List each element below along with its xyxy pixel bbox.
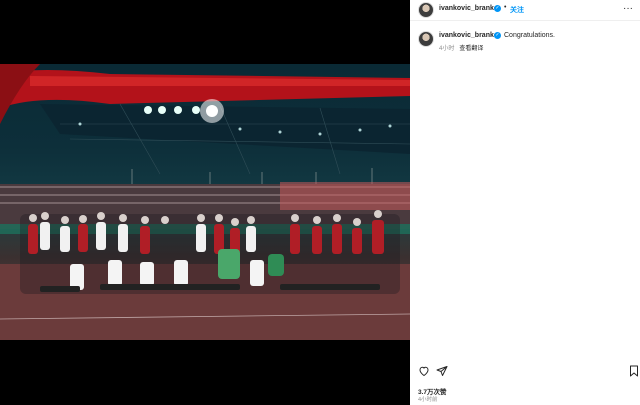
- comment-avatar[interactable]: [418, 31, 434, 47]
- caption-text: Congratulations.: [504, 32, 555, 39]
- comment-verified-badge-icon: ✓: [494, 32, 501, 39]
- post-photo[interactable]: [0, 64, 410, 340]
- heart-icon[interactable]: [418, 364, 430, 382]
- post-actions: [410, 364, 640, 378]
- avatar[interactable]: [418, 2, 434, 18]
- separator-dot: •: [504, 4, 507, 11]
- header-username[interactable]: ivankovic_branko: [439, 5, 498, 12]
- post-side-panel: ivankovic_branko ✓ • 关注 ··· ivankovic_br…: [410, 0, 640, 405]
- more-options-icon[interactable]: ···: [623, 3, 633, 14]
- post-media: [0, 0, 410, 405]
- comment-time: 4小时: [439, 46, 455, 52]
- share-icon[interactable]: [436, 364, 448, 382]
- verified-badge-icon: ✓: [494, 5, 501, 12]
- see-translation-link[interactable]: 查看翻译: [459, 46, 483, 52]
- post-time: 4小时前: [418, 397, 438, 403]
- comment-username[interactable]: ivankovic_branko: [439, 32, 498, 39]
- follow-button[interactable]: 关注: [510, 5, 524, 15]
- bookmark-icon[interactable]: [629, 364, 639, 382]
- stadium-photo-graphic: [0, 64, 410, 340]
- post-header: ivankovic_branko ✓ • 关注 ···: [410, 0, 640, 21]
- comment-meta: 4小时 查看翻译: [439, 43, 483, 52]
